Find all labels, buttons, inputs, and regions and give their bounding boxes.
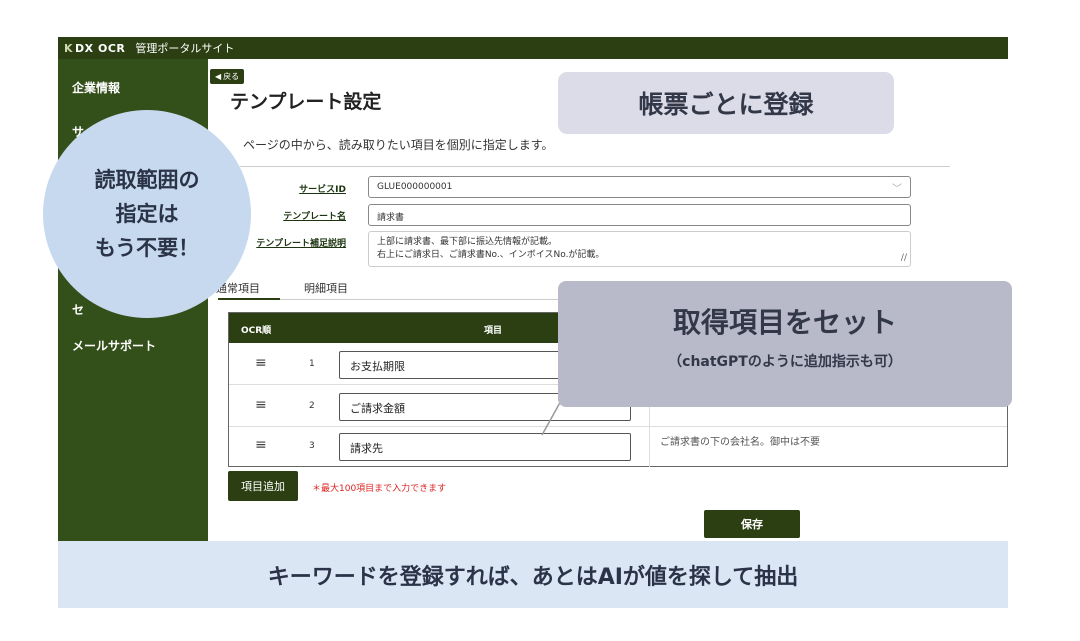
logo-mark: K (64, 41, 74, 55)
callout-set-items-sub: （chatGPTのように追加指示も可） (668, 354, 902, 370)
service-id-select[interactable]: GLUE000000001 ﹀ (368, 176, 911, 198)
template-note-line: 右上にご請求日、ご請求書No.、インボイスNo.が記載。 (377, 250, 605, 260)
callout-set-items-title: 取得項目をセット (672, 306, 897, 339)
back-label: 戻る (223, 72, 240, 81)
site-title: 管理ポータルサイト (135, 42, 235, 55)
add-item-button[interactable]: 項目追加 (228, 471, 298, 501)
bubble-line: 読取範囲の (94, 168, 200, 192)
sidebar-item-settings[interactable]: セ (72, 301, 84, 318)
back-button[interactable]: ◀ 戻る (210, 69, 245, 84)
template-note-line: 上部に請求書、最下部に振込先情報が記載。 (377, 237, 558, 247)
logo-text: DX OCR (75, 41, 126, 55)
bottom-banner: キーワードを登録すれば、あとはAIが値を探して抽出 (58, 541, 1008, 608)
col-item: 項目 (484, 326, 503, 336)
top-bar: K DX OCR 管理ポータルサイト (58, 37, 1008, 59)
divider (240, 166, 950, 167)
chevron-down-icon: ﹀ (892, 184, 902, 195)
callout-per-form: 帳票ごとに登録 (558, 72, 894, 134)
item-instruction[interactable]: ご請求書の下の会社名。御中は不要 (649, 427, 1009, 467)
back-arrow-icon: ◀ (215, 72, 222, 81)
item-input[interactable]: 請求先 (339, 433, 631, 461)
row-number: 1 (309, 359, 315, 369)
drag-handle-icon[interactable]: ≡ (255, 437, 267, 453)
sidebar-item-company-info[interactable]: 企業情報 (72, 79, 120, 96)
app-logo[interactable]: K DX OCR (64, 42, 125, 55)
active-tab-indicator (218, 298, 280, 300)
page-title: テンプレート設定 (230, 91, 382, 113)
drag-handle-icon[interactable]: ≡ (255, 397, 267, 413)
col-ocr-order: OCR順 (241, 326, 272, 336)
tab-detail-items[interactable]: 明細項目 (304, 280, 348, 296)
bubble-line: もう不要！ (94, 236, 200, 260)
add-item-note: ＊最大100項目まで入力できます (312, 484, 447, 494)
template-name-value: 請求書 (377, 213, 405, 223)
bubble-line: 指定は (115, 202, 179, 226)
row-number: 2 (309, 401, 315, 411)
sidebar-item-mail-support[interactable]: メールサポート (72, 337, 156, 354)
page-description: ページの中から、読み取りたい項目を個別に指定します。 (243, 138, 554, 152)
resize-handle-icon[interactable]: ∕∕ (901, 252, 907, 265)
table-row: ≡ 3 請求先 ご請求書の下の会社名。御中は不要 (229, 427, 1007, 467)
callout-set-items: 取得項目をセット （chatGPTのように追加指示も可） (558, 281, 1012, 407)
no-region-bubble: 読取範囲の 指定は もう不要！ (43, 110, 251, 318)
template-note-textarea[interactable]: 上部に請求書、最下部に振込先情報が記載。 右上にご請求日、ご請求書No.、インボ… (368, 231, 911, 267)
row-number: 3 (309, 441, 315, 451)
template-name-input[interactable]: 請求書 (368, 204, 911, 226)
service-id-value: GLUE000000001 (377, 182, 453, 192)
drag-handle-icon[interactable]: ≡ (255, 355, 267, 371)
save-button[interactable]: 保存 (704, 510, 800, 538)
